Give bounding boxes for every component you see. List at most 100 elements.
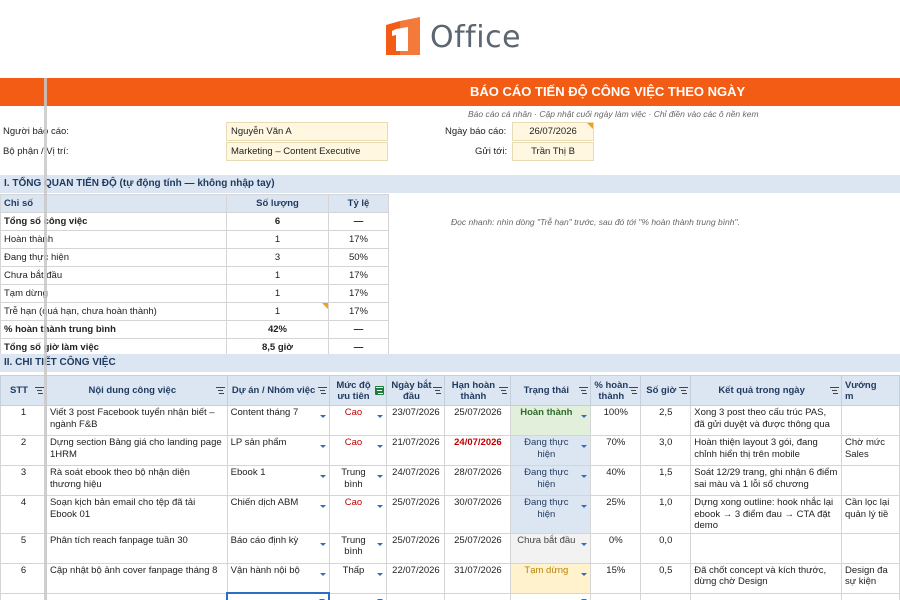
task-content[interactable]: Phân tích reach fanpage tuần 30 [45,532,228,564]
empty-cell[interactable] [328,592,388,600]
task-percent[interactable]: 70% [590,435,642,466]
task-percent[interactable]: 15% [590,562,642,594]
chevron-down-icon[interactable] [377,445,384,448]
task-hours[interactable]: 1,0 [640,495,692,534]
task-hours[interactable]: 3,0 [640,435,692,466]
task-content[interactable]: Dựng section Bảng giá cho landing page 1… [45,435,228,466]
col-issue[interactable]: Vướng m [840,375,900,406]
task-project[interactable]: Chiến dịch ABM [226,495,330,534]
task-result[interactable]: Soát 12/29 trang, ghi nhận 6 điểm sai mà… [690,465,842,496]
col-due[interactable]: Hạn hoàn thành [444,375,512,406]
chevron-down-icon[interactable] [581,445,588,448]
task-priority[interactable]: Cao [328,405,388,436]
task-due-date[interactable]: 24/07/2026 [444,435,512,466]
empty-cell[interactable] [0,592,47,600]
task-due-date[interactable]: 25/07/2026 [444,532,512,564]
col-status[interactable]: Trạng thái [510,375,592,406]
task-content[interactable]: Rà soát ebook theo bộ nhận diện thương h… [45,465,228,496]
filter-icon[interactable] [433,386,443,395]
chevron-down-icon[interactable] [377,542,384,546]
col-hours[interactable]: Số giờ [640,375,692,406]
col-priority[interactable]: Mức độ ưu tiên [328,375,388,406]
task-priority[interactable]: Trung bình [328,532,388,564]
task-stt[interactable]: 3 [0,465,47,496]
chevron-down-icon[interactable] [377,572,384,576]
chevron-down-icon[interactable] [581,415,588,418]
task-status[interactable]: Tạm dừng [510,562,592,594]
task-project[interactable]: LP sản phẩm [226,435,330,466]
sendto-field[interactable]: Trần Thị B [512,142,594,161]
chevron-down-icon[interactable] [319,445,326,448]
task-content[interactable]: Viết 3 post Facebook tuyển nhận biết – n… [45,405,228,436]
task-result[interactable]: Xong 3 post theo cấu trúc PAS, đã gửi du… [690,405,842,436]
task-start-date[interactable]: 25/07/2026 [386,532,446,564]
task-priority[interactable]: Thấp [328,562,388,594]
chevron-down-icon[interactable] [581,475,588,478]
task-project[interactable]: Ebook 1 [226,465,330,496]
task-start-date[interactable]: 25/07/2026 [386,495,446,534]
dept-field[interactable]: Marketing – Content Executive [226,142,388,161]
task-percent[interactable]: 100% [590,405,642,436]
task-start-date[interactable]: 22/07/2026 [386,562,446,594]
task-stt[interactable]: 5 [0,532,47,564]
task-project[interactable]: Báo cáo định kỳ [226,532,330,564]
task-result[interactable]: Đã chốt concept và kích thước, dừng chờ … [690,562,842,594]
task-percent[interactable]: 25% [590,495,642,534]
empty-cell[interactable] [45,592,228,600]
task-due-date[interactable]: 31/07/2026 [444,562,512,594]
col-task[interactable]: Nội dung công việc [45,375,228,406]
task-due-date[interactable]: 30/07/2026 [444,495,512,534]
col-result[interactable]: Kết quả trong ngày [690,375,842,406]
filter-icon[interactable] [629,386,639,395]
empty-cell[interactable] [840,592,900,600]
task-content[interactable]: Soạn kịch bản email cho tệp đã tải Ebook… [45,495,228,534]
task-percent[interactable]: 40% [590,465,642,496]
task-issue[interactable] [840,465,900,496]
task-start-date[interactable]: 24/07/2026 [386,465,446,496]
task-issue[interactable]: Chờ mức Sales [840,435,900,466]
empty-cell[interactable] [386,592,446,600]
chevron-down-icon[interactable] [319,475,326,478]
task-percent[interactable]: 0% [590,532,642,564]
task-status[interactable]: Chưa bắt đầu [510,532,592,564]
task-due-date[interactable]: 25/07/2026 [444,405,512,436]
task-hours[interactable]: 2,5 [640,405,692,436]
empty-cell[interactable] [590,592,642,600]
chevron-down-icon[interactable] [581,542,588,546]
filter-icon[interactable] [679,386,689,395]
selected-cell[interactable] [226,592,330,600]
task-status[interactable]: Hoàn thành [510,405,592,436]
col-start[interactable]: Ngày bắt đầu [386,375,446,406]
task-stt[interactable]: 2 [0,435,47,466]
reporter-field[interactable]: Nguyễn Văn A [226,122,388,141]
task-status[interactable]: Đang thực hiện [510,495,592,534]
task-status[interactable]: Đang thực hiện [510,435,592,466]
empty-cell[interactable] [690,592,842,600]
chevron-down-icon[interactable] [581,505,588,508]
task-issue[interactable] [840,532,900,564]
chevron-down-icon[interactable] [377,475,384,478]
task-issue[interactable]: Design đa sự kiện [840,562,900,594]
task-project[interactable]: Vận hành nội bộ [226,562,330,594]
chevron-down-icon[interactable] [377,505,384,508]
empty-cell[interactable] [444,592,512,600]
task-issue[interactable] [840,405,900,436]
chevron-down-icon[interactable] [377,415,384,418]
task-result[interactable]: Dựng xong outline: hook nhắc lại ebook →… [690,495,842,534]
filter-icon[interactable] [34,386,44,395]
task-content[interactable]: Cập nhật bộ ảnh cover fanpage tháng 8 [45,562,228,594]
task-stt[interactable]: 6 [0,562,47,594]
task-result[interactable] [690,532,842,564]
col-pct[interactable]: % hoàn thành [590,375,642,406]
task-status[interactable]: Đang thực hiện [510,465,592,496]
task-priority[interactable]: Cao [328,435,388,466]
filter-active-icon[interactable] [375,386,385,395]
filter-icon[interactable] [317,386,327,395]
task-issue[interactable]: Cần lọc lại quản lý tiề [840,495,900,534]
filter-icon[interactable] [499,386,509,395]
task-stt[interactable]: 1 [0,405,47,436]
col-project[interactable]: Dự án / Nhóm việc [226,375,330,406]
filter-icon[interactable] [829,386,839,395]
task-stt[interactable]: 4 [0,495,47,534]
chevron-down-icon[interactable] [319,572,326,576]
